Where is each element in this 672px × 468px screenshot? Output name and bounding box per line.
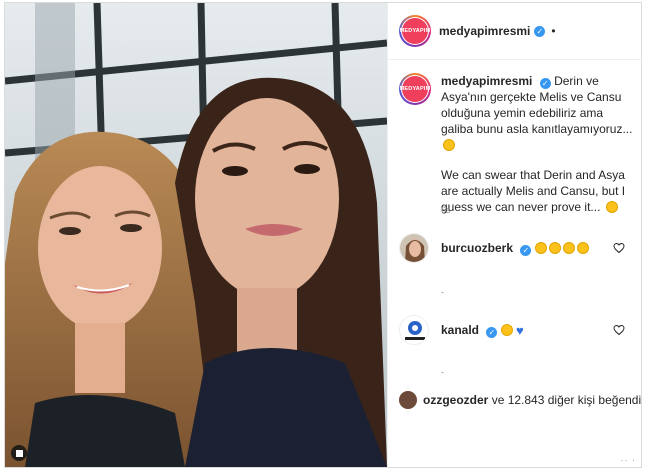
upside-down-emoji-icon bbox=[443, 139, 455, 151]
post-username[interactable]: medyapimresmi bbox=[439, 24, 530, 38]
liker-username[interactable]: ozzgeozder bbox=[423, 393, 488, 407]
comment-username[interactable]: kanald bbox=[441, 323, 479, 337]
caption-avatar[interactable]: MEDYAPIM bbox=[399, 73, 431, 105]
separator-dot: - bbox=[441, 367, 444, 377]
likes-summary[interactable]: ozzgeozder ve 12.843 diğer kişi beğendi bbox=[399, 391, 641, 409]
post-time: 6s bbox=[441, 205, 451, 215]
comment-row: kanald ✓ ♥ bbox=[399, 314, 633, 346]
caption-text-en: We can swear that Derin and Asya are act… bbox=[441, 168, 626, 214]
upside-down-emoji-icon bbox=[605, 201, 618, 213]
comment-row: burcuozberk ✓ bbox=[399, 232, 633, 264]
selfie-image bbox=[5, 3, 387, 467]
kanald-avatar[interactable] bbox=[399, 315, 429, 345]
verified-icon: ✓ bbox=[486, 326, 498, 338]
heart-icon[interactable] bbox=[613, 242, 625, 254]
separator-dot: - bbox=[441, 287, 444, 297]
post-photo[interactable] bbox=[5, 3, 387, 467]
follow-dot: • bbox=[551, 24, 556, 38]
post-caption: MEDYAPIM medyapimresmi ✓ Derin ve Asya'n… bbox=[399, 73, 633, 215]
more-options-icon[interactable]: ·· · bbox=[621, 455, 637, 465]
heart-icon[interactable] bbox=[613, 324, 625, 336]
heart-eyes-emoji-icon bbox=[500, 323, 513, 336]
burcuozberk-avatar[interactable] bbox=[399, 233, 429, 263]
comment-username[interactable]: burcuozberk bbox=[441, 241, 513, 255]
post-header: MEDYAPIM medyapimresmi ✓ • bbox=[388, 3, 642, 60]
account-avatar[interactable]: MEDYAPIM bbox=[399, 15, 431, 47]
post-side-panel: MEDYAPIM medyapimresmi ✓ • MEDYAPIM medy… bbox=[387, 3, 642, 467]
laughing-emoji-icon bbox=[534, 241, 591, 255]
verified-icon: ✓ bbox=[539, 78, 551, 89]
medyapim-logo: MEDYAPIM bbox=[400, 76, 430, 102]
stop-icon[interactable] bbox=[11, 445, 27, 461]
caption-username[interactable]: medyapimresmi bbox=[441, 74, 532, 88]
verified-icon: ✓ bbox=[520, 244, 532, 256]
medyapim-logo: MEDYAPIM bbox=[400, 18, 430, 44]
verified-icon: ✓ bbox=[534, 25, 546, 37]
instagram-post: MEDYAPIM medyapimresmi ✓ • MEDYAPIM medy… bbox=[4, 2, 642, 468]
liker-avatar[interactable] bbox=[399, 391, 417, 409]
blue-heart-icon: ♥ bbox=[516, 322, 524, 338]
likes-text: ve 12.843 diğer kişi beğendi bbox=[491, 393, 642, 407]
